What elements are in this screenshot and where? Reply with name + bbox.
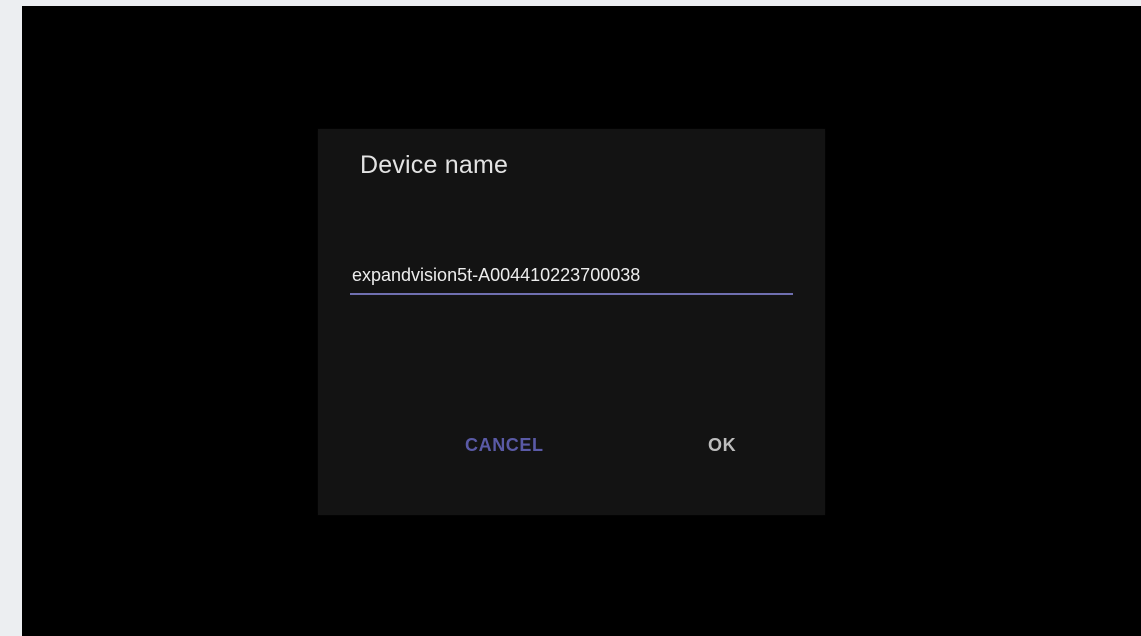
device-name-input[interactable] xyxy=(350,261,793,295)
cancel-button[interactable]: CANCEL xyxy=(455,429,554,462)
ok-button[interactable]: OK xyxy=(698,429,746,462)
device-name-dialog: Device name CANCEL OK xyxy=(318,129,825,515)
device-screen: Device name CANCEL OK xyxy=(22,6,1141,636)
dialog-title: Device name xyxy=(360,151,509,179)
